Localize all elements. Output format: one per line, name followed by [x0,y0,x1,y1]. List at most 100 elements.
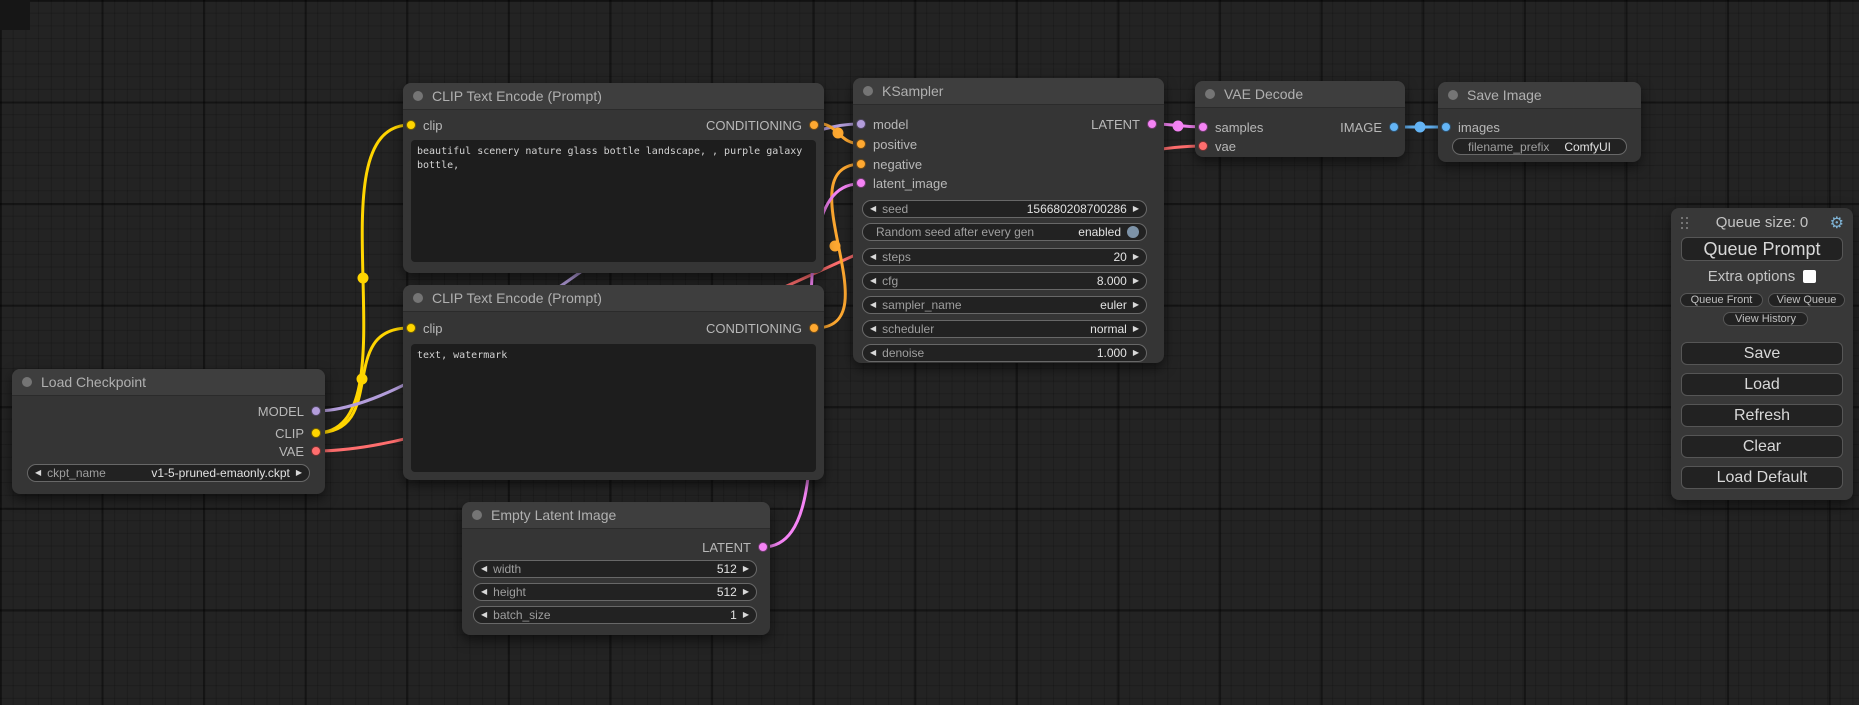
decrement-arrow-icon[interactable]: ◀ [870,200,876,218]
filename-prefix-widget[interactable]: filename_prefix ComfyUI [1452,138,1627,155]
queue-panel: Queue size: 0 ⚙ Queue Prompt Extra optio… [1671,208,1853,500]
decrement-arrow-icon[interactable]: ◀ [481,583,487,601]
clip-port-icon[interactable] [311,428,321,438]
extra-options-checkbox[interactable] [1803,270,1816,283]
output-image: IMAGE [1340,120,1399,134]
load-button[interactable]: Load [1681,373,1843,396]
view-history-button[interactable]: View History [1723,312,1808,326]
node-title-bar[interactable]: VAE Decode [1195,81,1405,108]
load-default-button[interactable]: Load Default [1681,466,1843,489]
save-button[interactable]: Save [1681,342,1843,365]
refresh-button[interactable]: Refresh [1681,404,1843,427]
node-title-bar[interactable]: CLIP Text Encode (Prompt) [403,83,824,110]
collapse-dot-icon[interactable] [863,86,873,96]
node-title: CLIP Text Encode (Prompt) [432,83,602,109]
decrement-arrow-icon[interactable]: ◀ [481,560,487,578]
increment-arrow-icon[interactable]: ▶ [1133,248,1139,266]
output-latent: LATENT [702,540,768,554]
scheduler-widget[interactable]: ◀ scheduler normal ▶ [862,320,1147,338]
decrement-arrow-icon[interactable]: ◀ [870,320,876,338]
model-port-icon[interactable] [856,119,866,129]
output-vae: VAE [279,444,321,458]
conditioning-port-icon[interactable] [856,159,866,169]
decrement-arrow-icon[interactable]: ◀ [870,296,876,314]
queue-size-label: Queue size: 0 [1671,214,1853,231]
settings-gear-icon[interactable]: ⚙ [1830,213,1844,233]
increment-arrow-icon[interactable]: ▶ [296,464,302,482]
clip-port-icon[interactable] [406,323,416,333]
input-negative: negative [856,157,922,171]
collapse-dot-icon[interactable] [1205,89,1215,99]
node-title-bar[interactable]: Load Checkpoint [12,369,325,396]
increment-arrow-icon[interactable]: ▶ [1133,320,1139,338]
image-port-icon[interactable] [1441,122,1451,132]
output-conditioning: CONDITIONING [706,321,819,335]
queue-prompt-button[interactable]: Queue Prompt [1681,237,1843,261]
node-title-bar[interactable]: KSampler [853,78,1164,105]
clip-port-icon[interactable] [406,120,416,130]
increment-arrow-icon[interactable]: ▶ [1133,200,1139,218]
node-title: Load Checkpoint [41,369,146,395]
view-queue-button[interactable]: View Queue [1768,293,1845,307]
positive-prompt-textarea[interactable]: beautiful scenery nature glass bottle la… [411,140,816,262]
queue-front-button[interactable]: Queue Front [1680,293,1763,307]
vae-port-icon[interactable] [311,446,321,456]
output-conditioning: CONDITIONING [706,118,819,132]
input-latent-image: latent_image [856,176,947,190]
seed-widget[interactable]: ◀ seed 156680208700286 ▶ [862,200,1147,218]
denoise-widget[interactable]: ◀ denoise 1.000 ▶ [862,344,1147,362]
node-title-bar[interactable]: Empty Latent Image [462,502,770,529]
link-dot [830,241,841,252]
increment-arrow-icon[interactable]: ▶ [1133,296,1139,314]
latent-port-icon[interactable] [758,542,768,552]
clear-button[interactable]: Clear [1681,435,1843,458]
ckpt-name-widget[interactable]: ◀ ckpt_name v1-5-pruned-emaonly.ckpt ▶ [27,464,310,482]
decrement-arrow-icon[interactable]: ◀ [870,248,876,266]
batch-size-widget[interactable]: ◀ batch_size 1 ▶ [473,606,757,624]
collapse-dot-icon[interactable] [22,377,32,387]
input-vae: vae [1198,139,1236,153]
collapse-dot-icon[interactable] [472,510,482,520]
height-widget[interactable]: ◀ height 512 ▶ [473,583,757,601]
link-dot [357,374,368,385]
random-seed-toggle-widget[interactable]: Random seed after every gen enabled [862,223,1147,241]
node-vae-decode: VAE Decode samples vae IMAGE [1195,81,1405,157]
node-title-bar[interactable]: Save Image [1438,82,1641,109]
increment-arrow-icon[interactable]: ▶ [743,606,749,624]
collapse-dot-icon[interactable] [413,91,423,101]
latent-port-icon[interactable] [1147,119,1157,129]
latent-port-icon[interactable] [1198,122,1208,132]
node-clip-text-encode-negative: CLIP Text Encode (Prompt) clip CONDITION… [403,285,824,480]
increment-arrow-icon[interactable]: ▶ [743,583,749,601]
input-clip: clip [406,118,443,132]
decrement-arrow-icon[interactable]: ◀ [870,344,876,362]
decrement-arrow-icon[interactable]: ◀ [481,606,487,624]
toggle-on-icon[interactable] [1127,226,1139,238]
conditioning-port-icon[interactable] [856,139,866,149]
increment-arrow-icon[interactable]: ▶ [1133,272,1139,290]
increment-arrow-icon[interactable]: ▶ [1133,344,1139,362]
vae-port-icon[interactable] [1198,141,1208,151]
collapse-dot-icon[interactable] [413,293,423,303]
input-positive: positive [856,137,917,151]
decrement-arrow-icon[interactable]: ◀ [35,464,41,482]
decrement-arrow-icon[interactable]: ◀ [870,272,876,290]
node-graph-canvas[interactable]: Load Checkpoint MODEL CLIP VAE ◀ ckpt_na… [0,0,1859,705]
sampler-name-widget[interactable]: ◀ sampler_name euler ▶ [862,296,1147,314]
width-widget[interactable]: ◀ width 512 ▶ [473,560,757,578]
image-port-icon[interactable] [1389,122,1399,132]
latent-port-icon[interactable] [856,178,866,188]
negative-prompt-textarea[interactable]: text, watermark [411,344,816,472]
node-ksampler: KSampler model positive negative latent_… [853,78,1164,363]
increment-arrow-icon[interactable]: ▶ [743,560,749,578]
collapse-dot-icon[interactable] [1448,90,1458,100]
link-dot [1173,121,1184,132]
node-title-bar[interactable]: CLIP Text Encode (Prompt) [403,285,824,312]
cfg-widget[interactable]: ◀ cfg 8.000 ▶ [862,272,1147,290]
conditioning-port-icon[interactable] [809,323,819,333]
model-port-icon[interactable] [311,406,321,416]
node-title: KSampler [882,78,943,104]
steps-widget[interactable]: ◀ steps 20 ▶ [862,248,1147,266]
node-title: VAE Decode [1224,81,1303,107]
conditioning-port-icon[interactable] [809,120,819,130]
